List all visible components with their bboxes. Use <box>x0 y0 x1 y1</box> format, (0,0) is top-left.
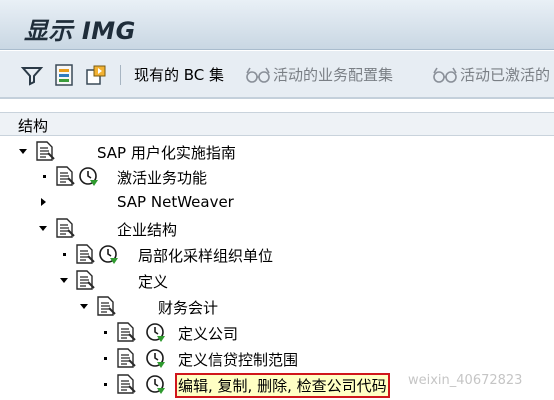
execute-clock-icon[interactable] <box>144 373 166 395</box>
tree-node[interactable]: 定义 <box>0 268 554 294</box>
document-icon[interactable] <box>115 321 137 343</box>
glasses-icon <box>433 67 457 83</box>
tree-node[interactable]: 定义公司 <box>0 320 554 346</box>
tree-node[interactable]: SAP NetWeaver <box>0 190 554 216</box>
tree-column-header: 结构 <box>0 112 554 136</box>
tree-node-label[interactable]: 财务会计 <box>158 297 218 318</box>
execute-clock-icon[interactable] <box>144 347 166 369</box>
collapse-arrow-icon[interactable] <box>38 223 48 233</box>
execute-clock-icon[interactable] <box>144 321 166 343</box>
document-icon[interactable] <box>54 165 76 187</box>
filter-icon[interactable] <box>20 63 44 87</box>
document-icon[interactable] <box>115 347 137 369</box>
leaf-bullet <box>104 331 107 334</box>
tree-node-label[interactable]: 定义公司 <box>178 323 238 344</box>
tree-node-label[interactable]: 企业结构 <box>117 219 177 240</box>
tree-node-root[interactable]: SAP 用户化实施指南 <box>0 139 554 165</box>
tree-node[interactable]: 定义信贷控制范围 <box>0 346 554 372</box>
leaf-bullet <box>104 383 107 386</box>
execute-clock-icon[interactable] <box>77 165 99 187</box>
document-icon[interactable] <box>115 373 137 395</box>
customizing-project-icon[interactable] <box>52 63 76 87</box>
activation-log-label: 活动已激活的 <box>460 66 551 84</box>
tree-node-label[interactable]: 定义 <box>138 271 168 292</box>
toolbar-separator <box>120 65 121 85</box>
tree-node-label[interactable]: 定义信贷控制范围 <box>178 349 298 370</box>
document-icon[interactable] <box>74 243 96 265</box>
tree-node[interactable]: 企业结构 <box>0 216 554 242</box>
tree-node-label[interactable]: SAP 用户化实施指南 <box>97 142 236 163</box>
page-title: 显示 IMG <box>24 17 136 45</box>
execute-clock-icon[interactable] <box>97 243 119 265</box>
collapse-arrow-icon[interactable] <box>79 301 89 311</box>
tree-node[interactable]: 财务会计 <box>0 294 554 320</box>
document-icon[interactable] <box>95 295 117 317</box>
save-variant-icon[interactable] <box>84 63 108 87</box>
activated-bc-sets-label: 活动的业务配置集 <box>273 66 394 84</box>
activated-bc-sets-button[interactable]: 活动的业务配置集 <box>245 64 393 85</box>
collapse-arrow-icon[interactable] <box>59 275 69 285</box>
tree-node[interactable]: 激活业务功能 <box>0 164 554 190</box>
tree-node-label[interactable]: 激活业务功能 <box>117 167 207 188</box>
document-icon[interactable] <box>34 140 56 162</box>
toolbar: 现有的 BC 集 活动的业务配置集 活动已激活的 <box>0 51 554 99</box>
tree-node-label[interactable]: 编辑, 复制, 删除, 检查公司代码 <box>175 373 390 398</box>
leaf-bullet <box>43 175 46 178</box>
leaf-bullet <box>63 253 66 256</box>
tree-node-label[interactable]: 局部化采样组织单位 <box>138 245 273 266</box>
leaf-bullet <box>104 357 107 360</box>
document-icon[interactable] <box>54 217 76 239</box>
activation-log-button[interactable]: 活动已激活的 <box>432 64 550 85</box>
document-icon[interactable] <box>74 269 96 291</box>
tree-node[interactable]: 局部化采样组织单位 <box>0 242 554 268</box>
title-bar: 显示 IMG <box>0 0 554 50</box>
watermark: weixin_40672823 <box>408 373 523 388</box>
tree-node-label[interactable]: SAP NetWeaver <box>117 193 234 211</box>
glasses-icon <box>246 67 270 83</box>
existing-bc-sets-button[interactable]: 现有的 BC 集 <box>134 64 224 85</box>
expand-arrow-icon[interactable] <box>38 197 48 207</box>
structure-header-label: 结构 <box>18 117 49 135</box>
collapse-arrow-icon[interactable] <box>18 146 28 156</box>
